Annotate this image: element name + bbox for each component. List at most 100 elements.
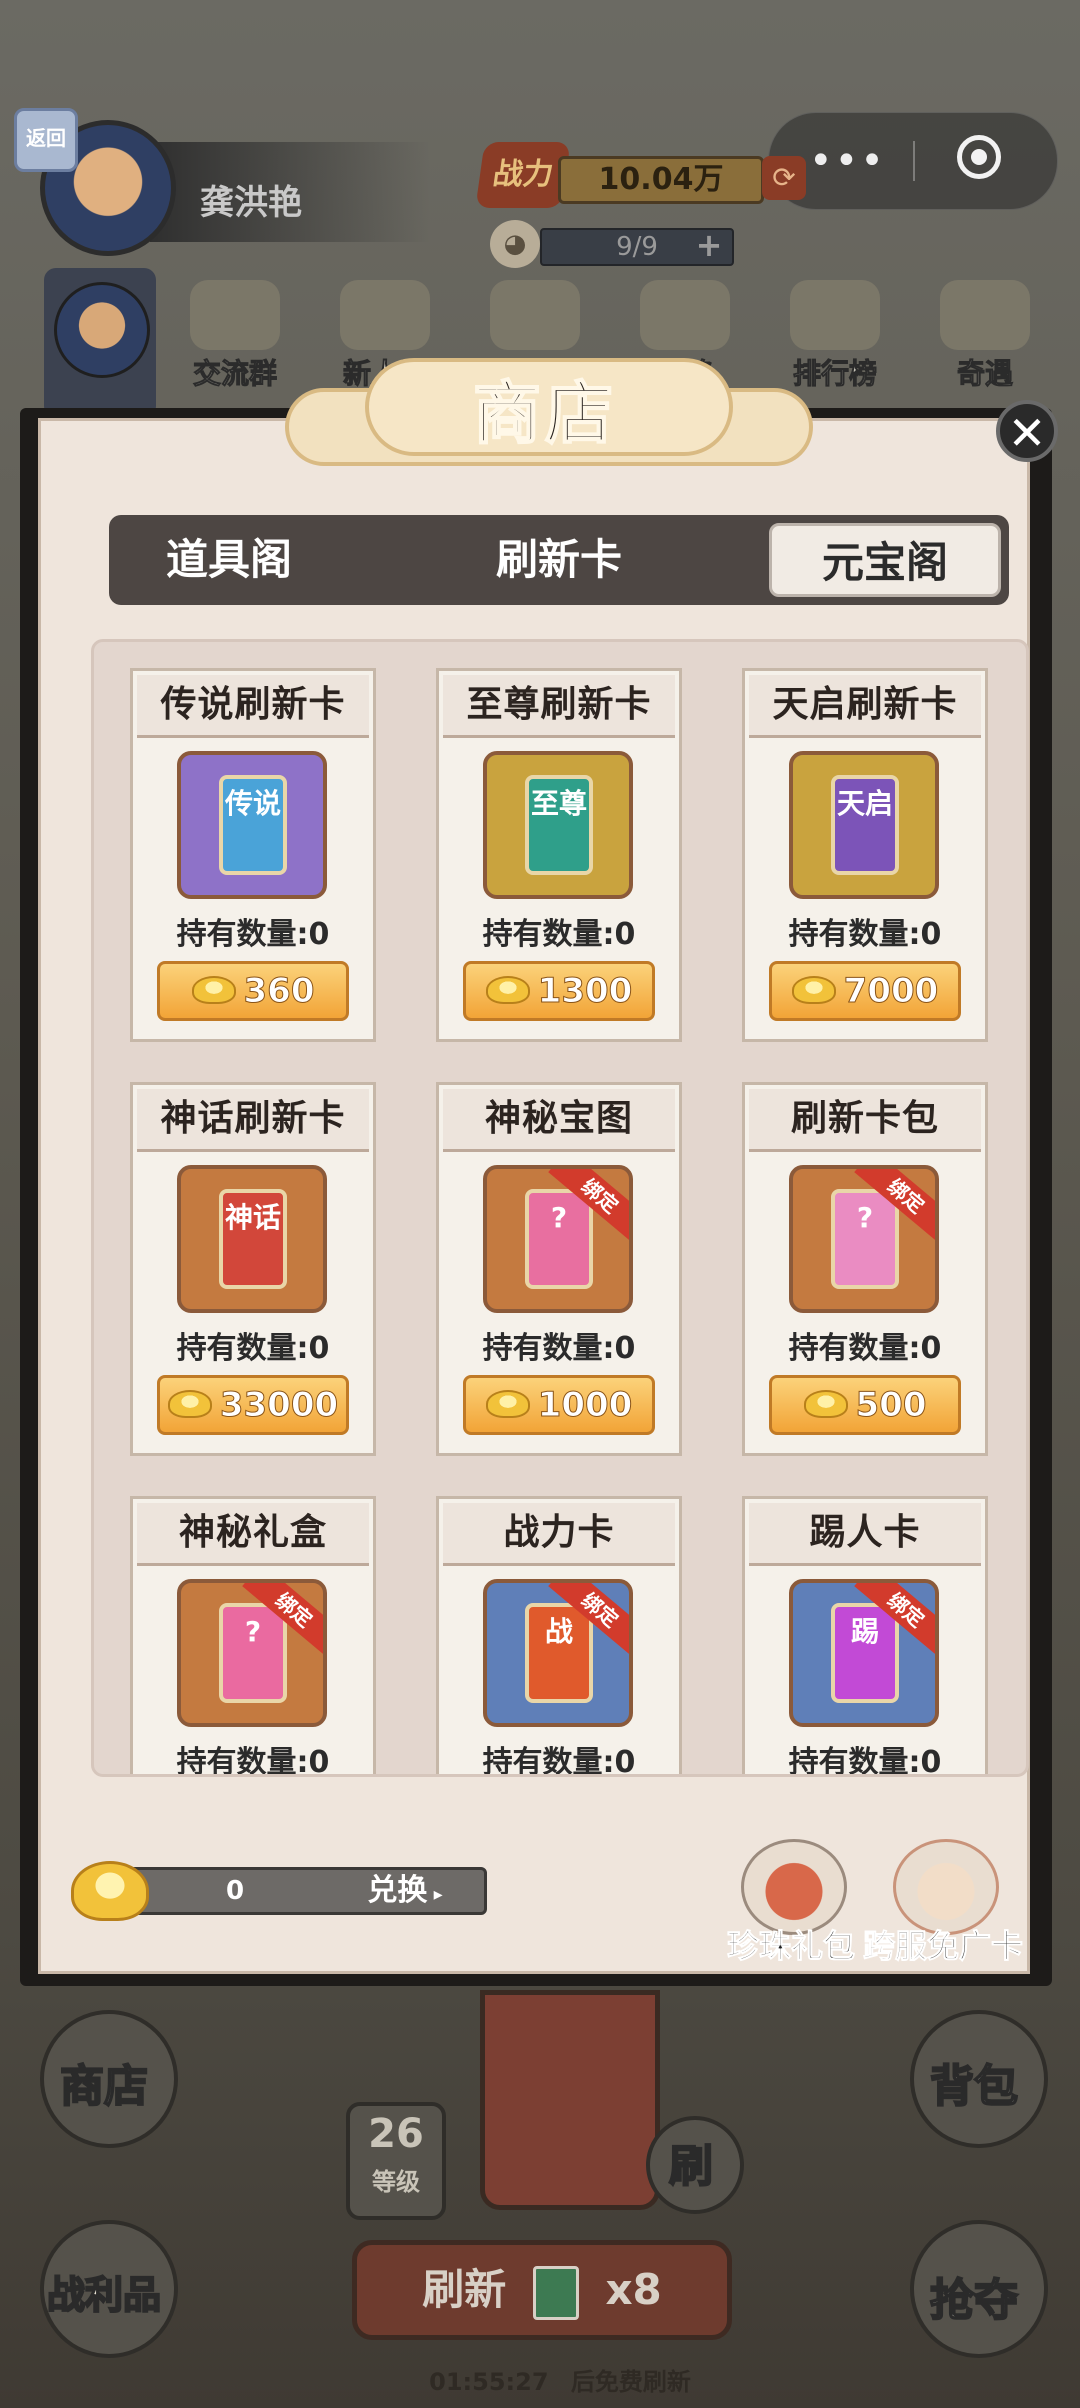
shop-item-card[interactable]: 传说刷新卡 传说 持有数量:0 360	[130, 668, 376, 1042]
title-cloud: 商店	[245, 348, 845, 488]
shop-item-card[interactable]: 战力卡战绑定 持有数量:0	[436, 1496, 682, 1774]
item-icon-frame: 踢绑定	[789, 1579, 939, 1727]
item-name: 刷新卡包	[749, 1089, 981, 1152]
item-card-icon: ?	[831, 1189, 899, 1289]
power-refresh-icon[interactable]: ⟳	[762, 156, 806, 200]
buy-button[interactable]: 500	[769, 1375, 961, 1435]
shop-dialog: 道具阁 刷新卡 元宝阁 传说刷新卡 传说 持有数量:0 360 至尊刷新卡 至尊 持有数量:…	[20, 358, 1052, 1986]
tab-refresh-cards[interactable]: 刷新卡	[439, 515, 679, 605]
item-card-icon: 战	[525, 1603, 593, 1703]
gold-ingot-icon	[167, 1390, 212, 1418]
tab-ingots[interactable]: 元宝阁	[769, 523, 1001, 597]
buy-button[interactable]: 7000	[769, 961, 961, 1021]
power-display: 战力 10.04万 ⟳	[475, 142, 806, 208]
cat-face-icon: ◕	[490, 220, 540, 268]
profile-tab[interactable]	[44, 268, 156, 418]
close-miniprogram-icon[interactable]	[957, 135, 1001, 179]
item-card-icon: 至尊	[525, 775, 593, 875]
back-button[interactable]: 返回	[14, 108, 78, 172]
item-card-icon: 天启	[831, 775, 899, 875]
gold-ingot-icon	[803, 1390, 848, 1418]
item-card-icon: 传说	[219, 775, 287, 875]
free-refresh-timer: 01:55:27 后免费刷新	[410, 2362, 710, 2397]
shop-item-card[interactable]: 踢人卡踢绑定 持有数量:0	[742, 1496, 988, 1774]
currency-bar: 0 兑换 ▸	[71, 1861, 501, 1921]
gold-ingot-icon	[191, 976, 236, 1004]
item-icon-frame: ? 绑定	[789, 1165, 939, 1313]
power-value: 10.04万	[558, 156, 764, 204]
shop-item-card[interactable]: 天启刷新卡天启持有数量:0 7000	[742, 668, 988, 1042]
refresh-card-icon	[532, 2265, 579, 2320]
item-icon-frame: ? 绑定	[177, 1579, 327, 1727]
shop-item-card[interactable]: 神秘礼盒 ? 绑定持有数量:0	[130, 1496, 376, 1777]
more-icon[interactable]: •••	[809, 141, 886, 181]
item-icon-frame: ? 绑定	[483, 1165, 633, 1313]
price-value: 500	[855, 1385, 927, 1426]
scroll-icon	[790, 280, 880, 350]
item-card-icon: 神话	[219, 1189, 287, 1289]
shop-item-card[interactable]: 刷新卡包 ? 绑定持有数量:0 500	[742, 1082, 988, 1456]
owned-count: 持有数量:0	[482, 917, 636, 952]
owned-count: 持有数量:0	[176, 1331, 330, 1366]
item-icon-frame: 传说	[177, 751, 327, 899]
owned-count: 持有数量:0	[788, 917, 942, 952]
owned-count: 持有数量:0	[176, 1745, 330, 1777]
timer-suffix: 后免费刷新	[570, 2368, 691, 2396]
buy-button[interactable]: 360	[157, 961, 349, 1021]
refresh-label: 刷新	[422, 2265, 507, 2314]
add-stamina-button[interactable]: +	[694, 229, 724, 261]
item-name: 神秘礼盒	[137, 1503, 369, 1566]
pearl-pack-button[interactable]: 珍珠礼包	[726, 1839, 856, 1966]
miniprogram-capsule: •••	[768, 112, 1058, 210]
item-card-icon: ?	[219, 1603, 287, 1703]
gold-ingot-icon	[485, 1390, 530, 1418]
loot-label: 战利品	[46, 2271, 162, 2318]
stamina-display: 9/9 ◕ +	[490, 220, 740, 268]
buy-button[interactable]: 1300	[463, 961, 655, 1021]
item-name: 战力卡	[443, 1503, 675, 1566]
currency-amount: 0	[225, 1876, 245, 1906]
refresh-side-label: 刷	[668, 2140, 714, 2193]
shop-item-card[interactable]: 至尊刷新卡至尊持有数量:0 1300	[436, 668, 682, 1042]
tab-props[interactable]: 道具阁	[109, 515, 349, 605]
item-name: 神话刷新卡	[137, 1089, 369, 1152]
item-name: 至尊刷新卡	[443, 675, 675, 738]
power-label: 战力	[475, 142, 571, 208]
shop-item-card[interactable]: 神话刷新卡神话持有数量:0 33000	[130, 1082, 376, 1456]
mountain-icon	[190, 280, 280, 350]
level-label: 等级	[372, 2168, 420, 2196]
pearl-pack-label: 珍珠礼包	[726, 1927, 855, 1966]
price-value: 1300	[537, 971, 633, 1012]
item-icon-frame: 战绑定	[483, 1579, 633, 1727]
item-card-icon: ?	[525, 1189, 593, 1289]
chest-icon	[490, 280, 580, 350]
level-value: 26	[368, 2111, 424, 2157]
buy-button[interactable]: 33000	[157, 1375, 349, 1435]
item-card-icon: 踢	[831, 1603, 899, 1703]
book-icon	[640, 280, 730, 350]
menu-item-adventure[interactable]: 奇遇	[930, 280, 1040, 400]
ad-free-card-button[interactable]: 跨服免广卡	[862, 1839, 1024, 1966]
map-icon	[940, 280, 1030, 350]
refresh-count: x8	[605, 2265, 662, 2314]
price-value: 1000	[537, 1385, 633, 1426]
shop-item-card[interactable]: 神秘宝图 ? 绑定 持有数量:0 1000	[436, 1082, 682, 1456]
bag-label: 背包	[929, 2060, 1019, 2113]
shop-title: 商店	[472, 373, 617, 455]
gold-ingot-icon	[71, 1861, 149, 1921]
main-screen-bottom: 商店 背包 战利品 抢夺 26 等级 刷 刷新 x8 01:55:27 后免费刷…	[0, 1990, 1080, 2408]
refresh-button[interactable]: 刷新 x8	[352, 2240, 732, 2340]
capsule-divider	[913, 141, 915, 181]
grab-label: 抢夺	[929, 2274, 1019, 2327]
owned-count: 持有数量:0	[788, 1331, 942, 1366]
menu-label: 奇遇	[956, 357, 1013, 391]
price-value: 7000	[843, 971, 939, 1012]
close-button[interactable]: ✕	[996, 400, 1058, 462]
item-name: 天启刷新卡	[749, 675, 981, 738]
exchange-button[interactable]: 兑换 ▸	[340, 1870, 470, 1912]
buy-button[interactable]: 1000	[463, 1375, 655, 1435]
gold-ingot-icon	[791, 976, 836, 1004]
level-badge[interactable]: 26 等级	[346, 2102, 446, 2220]
gold-ingot-icon	[485, 976, 530, 1004]
player-name: 龚洪艳	[200, 183, 302, 223]
